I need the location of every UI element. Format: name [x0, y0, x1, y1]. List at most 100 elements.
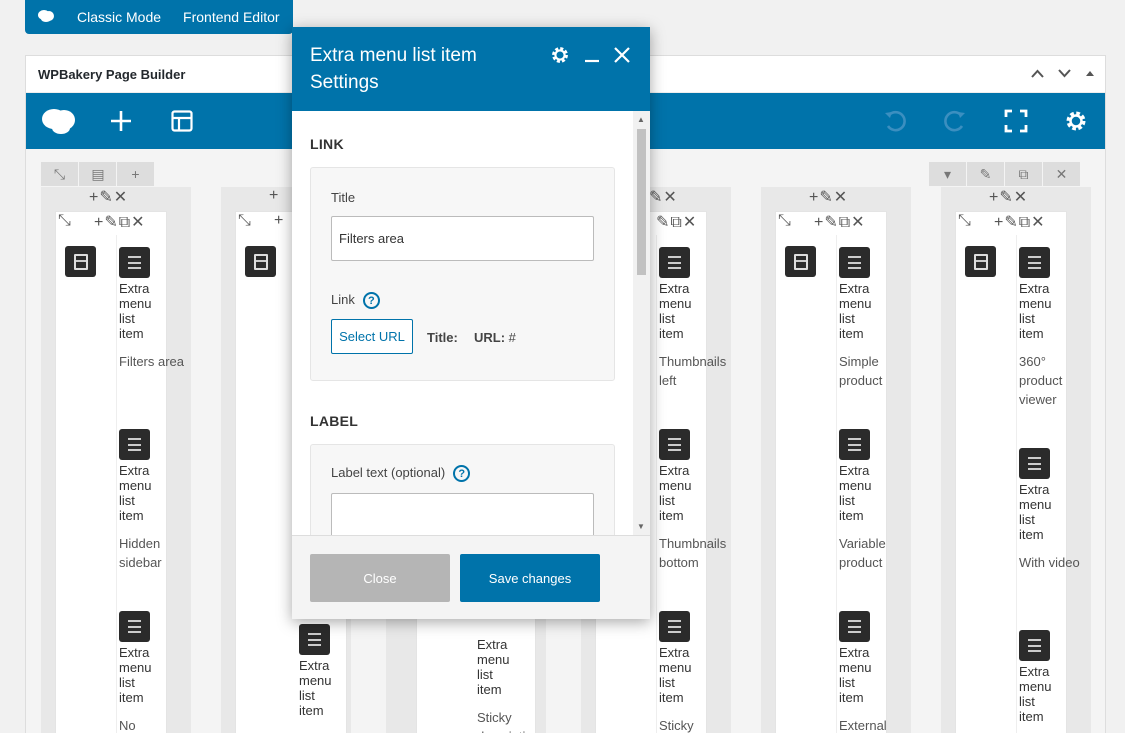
- container-block-icon[interactable]: [965, 246, 996, 277]
- row-toggle-icon[interactable]: ▾: [929, 162, 967, 186]
- column-controls-icon[interactable]: +: [269, 187, 279, 205]
- classic-mode-button[interactable]: Classic Mode: [77, 9, 161, 25]
- inner-column: ⤡ +✎⧉✕ Extra menu list item 360° product…: [955, 211, 1080, 733]
- container-block-icon[interactable]: [65, 246, 96, 277]
- gear-icon[interactable]: [550, 45, 570, 70]
- scroll-down-icon[interactable]: ▼: [637, 522, 645, 531]
- block-value: Sticky: [659, 718, 694, 733]
- container-block-icon[interactable]: [245, 246, 276, 277]
- row-clone-icon[interactable]: ⧉: [1005, 162, 1043, 186]
- close-button[interactable]: Close: [310, 554, 450, 602]
- gear-icon[interactable]: [1062, 107, 1090, 135]
- block-value: No: [119, 718, 136, 733]
- block-value: External: [839, 718, 887, 733]
- column-controls-icon[interactable]: ✎✕: [649, 187, 678, 207]
- link-label: Link: [331, 292, 355, 307]
- title-input[interactable]: Filters area: [331, 216, 594, 261]
- move-down-icon[interactable]: [1058, 66, 1071, 81]
- menu-item-icon[interactable]: [119, 429, 150, 460]
- redo-icon[interactable]: [941, 107, 969, 135]
- row-move-icon[interactable]: ⤡: [41, 162, 79, 186]
- inner-controls-icon[interactable]: +✎⧉✕: [994, 212, 1046, 232]
- menu-item-icon[interactable]: [1019, 247, 1050, 278]
- move-up-icon[interactable]: [1031, 66, 1044, 81]
- scroll-up-icon[interactable]: ▲: [637, 115, 645, 124]
- inner-controls-icon[interactable]: +✎⧉✕: [94, 212, 146, 232]
- block-title: Extra menu list item: [1019, 281, 1052, 341]
- block-title: Extra menu list item: [1019, 482, 1052, 542]
- column-controls-icon[interactable]: +✎✕: [809, 187, 848, 207]
- menu-item-icon[interactable]: [119, 247, 150, 278]
- plus-icon[interactable]: [107, 107, 135, 135]
- link-title-meta: Title:: [427, 330, 458, 345]
- modal-header: Extra menu list item Settings: [292, 27, 650, 111]
- label-text-row: Label text (optional)?: [331, 465, 471, 483]
- block-title: Extra menu list item: [299, 658, 332, 718]
- menu-item-icon[interactable]: [119, 611, 150, 642]
- modal-footer: Close Save changes: [292, 535, 650, 619]
- block-value: Simple product: [839, 354, 883, 388]
- close-icon[interactable]: [614, 47, 630, 68]
- wpbakery-logo-icon[interactable]: [40, 107, 78, 135]
- menu-item-icon[interactable]: [1019, 448, 1050, 479]
- block-title: Extra menu list item: [119, 463, 152, 523]
- menu-item-icon[interactable]: [659, 611, 690, 642]
- menu-item-icon[interactable]: [839, 247, 870, 278]
- label-section-title: LABEL: [310, 413, 359, 429]
- settings-modal: Extra menu list item Settings LINK Title…: [292, 27, 650, 619]
- column-5: +✎✕ ⤡ +✎⧉✕ Extra menu list item Simple p…: [761, 187, 911, 733]
- move-icon[interactable]: ⤡: [238, 212, 252, 230]
- row-controls: ⤡ ▤ +: [41, 162, 155, 186]
- block-title: Extra menu list item: [119, 645, 152, 705]
- menu-item-icon[interactable]: [659, 429, 690, 460]
- link-url-meta: URL: #: [474, 330, 516, 345]
- move-icon[interactable]: ⤡: [58, 212, 72, 230]
- scroll-thumb[interactable]: [637, 129, 646, 275]
- help-icon[interactable]: ?: [453, 465, 471, 483]
- modal-scrollbar[interactable]: ▲ ▼: [633, 111, 650, 535]
- menu-item-icon[interactable]: [659, 247, 690, 278]
- menu-item-icon[interactable]: [839, 429, 870, 460]
- row-layout-icon[interactable]: ▤: [79, 162, 117, 186]
- wpbakery-cloud-icon: [37, 9, 57, 26]
- block-title: Extra menu list item: [839, 463, 872, 523]
- block-stack: Extra menu list item Thumbnails left Ext…: [656, 235, 726, 733]
- block-value: 360° product viewer: [1019, 354, 1063, 407]
- link-section-title: LINK: [310, 136, 344, 152]
- collapse-triangle-icon[interactable]: [1085, 66, 1095, 81]
- block-value: Variable product: [839, 536, 886, 570]
- move-icon[interactable]: ⤡: [778, 212, 792, 230]
- column-controls-icon[interactable]: +✎✕: [89, 187, 128, 207]
- menu-item-icon[interactable]: [1019, 630, 1050, 661]
- undo-icon[interactable]: [881, 107, 909, 135]
- menu-item-icon[interactable]: [299, 624, 330, 655]
- inner-controls-icon[interactable]: ✎⧉✕: [656, 212, 697, 232]
- row-controls-right: ▾ ✎ ⧉ ✕: [929, 162, 1081, 186]
- inner-controls-icon[interactable]: +✎⧉✕: [814, 212, 866, 232]
- layout-template-icon[interactable]: [168, 107, 196, 135]
- move-icon[interactable]: ⤡: [958, 212, 972, 230]
- help-icon[interactable]: ?: [362, 292, 380, 310]
- block-value: Thumbnails bottom: [659, 536, 727, 570]
- fullscreen-icon[interactable]: [1002, 107, 1030, 135]
- save-changes-button[interactable]: Save changes: [460, 554, 600, 602]
- modal-body: LINK Title Filters area Link? Select URL…: [292, 111, 650, 535]
- label-text-input[interactable]: [331, 493, 594, 535]
- container-block-icon[interactable]: [785, 246, 816, 277]
- column-controls-icon[interactable]: +✎✕: [989, 187, 1028, 207]
- block-title: Extra menu list item: [119, 281, 152, 341]
- row-delete-icon[interactable]: ✕: [1043, 162, 1081, 186]
- inner-controls-icon[interactable]: +: [274, 212, 284, 230]
- block-value: Thumbnails left: [659, 354, 727, 388]
- editor-mode-bar: Classic Mode Frontend Editor: [25, 0, 293, 34]
- frontend-editor-button[interactable]: Frontend Editor: [183, 9, 280, 25]
- row-add-icon[interactable]: +: [117, 162, 155, 186]
- minimize-icon[interactable]: [584, 47, 600, 68]
- select-url-button[interactable]: Select URL: [331, 319, 413, 354]
- inner-column: ⤡ +✎⧉✕ Extra menu list item Filters area…: [55, 211, 184, 733]
- modal-title: Extra menu list item Settings: [310, 45, 477, 93]
- label-text-label: Label text (optional): [331, 465, 446, 480]
- menu-item-icon[interactable]: [839, 611, 870, 642]
- block-title: Extra menu list item: [839, 645, 872, 705]
- row-edit-icon[interactable]: ✎: [967, 162, 1005, 186]
